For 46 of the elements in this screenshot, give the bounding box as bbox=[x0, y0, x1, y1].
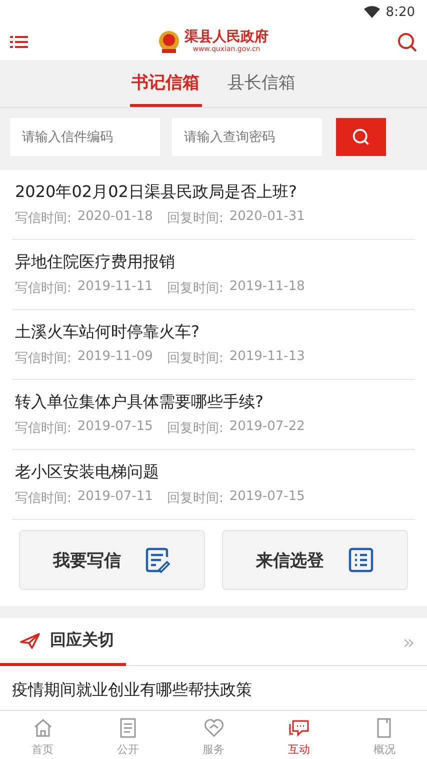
reply-date: 2019-11-13 bbox=[229, 349, 305, 366]
reply-date: 2019-07-15 bbox=[229, 489, 305, 506]
menu-icon[interactable] bbox=[10, 35, 28, 49]
letter-title[interactable]: 转入单位集体户具体需要哪些手续? bbox=[15, 392, 415, 413]
letter-title[interactable]: 2020年02月02日渠县民政局是否上班? bbox=[15, 182, 415, 203]
reply-time-label: 回复时间: bbox=[166, 420, 224, 437]
letter-title[interactable]: 土溪火车站何时停靠火车? bbox=[15, 322, 415, 343]
write-date: 2019-11-09 bbox=[77, 349, 153, 366]
write-date: 2019-07-15 bbox=[77, 419, 153, 436]
emblem-icon bbox=[156, 30, 180, 54]
news-item[interactable]: 疫情期间就业创业有哪些帮扶政策 bbox=[0, 666, 427, 711]
write-time-label: 写信时间: bbox=[15, 420, 72, 437]
password-input-field[interactable]: 请输入查询密码 bbox=[172, 118, 322, 156]
search-icon[interactable] bbox=[397, 32, 417, 52]
write-time-label: 写信时间: bbox=[15, 350, 72, 367]
mailbox-tab[interactable]: 县长信箱 bbox=[226, 60, 298, 107]
home-icon bbox=[32, 717, 54, 739]
section-tab[interactable]: 回应关切 bbox=[0, 618, 126, 666]
selected-letters-button[interactable]: 来信选登 bbox=[222, 530, 408, 590]
reply-time-label: 回复时间: bbox=[166, 490, 224, 507]
wifi-icon bbox=[364, 6, 380, 18]
heart-icon bbox=[202, 717, 225, 739]
code-input-field[interactable]: 请输入信件编码 bbox=[10, 118, 160, 156]
reply-date: 2020-01-31 bbox=[229, 209, 305, 226]
reply-date: 2019-11-18 bbox=[229, 279, 305, 296]
write-time-label: 写信时间: bbox=[15, 490, 72, 507]
write-date: 2019-07-11 bbox=[77, 489, 153, 506]
site-title: 渠县人民政府 bbox=[184, 30, 268, 45]
search-button[interactable] bbox=[336, 118, 386, 156]
reply-time-label: 回复时间: bbox=[166, 210, 224, 227]
write-letter-button[interactable]: 我要写信 bbox=[19, 530, 205, 590]
list-icon bbox=[348, 547, 374, 573]
compose-icon bbox=[145, 547, 171, 573]
reply-time-label: 回复时间: bbox=[166, 350, 224, 367]
letter-title[interactable]: 异地住院医疗费用报销 bbox=[15, 252, 415, 273]
reply-date: 2019-07-22 bbox=[229, 419, 305, 436]
write-time-label: 写信时间: bbox=[15, 210, 72, 227]
write-date: 2019-11-11 bbox=[77, 279, 153, 296]
reply-time-label: 回复时间: bbox=[166, 280, 224, 297]
nav-tab[interactable]: 互动 bbox=[256, 711, 342, 759]
search-icon bbox=[352, 128, 370, 146]
write-time-label: 写信时间: bbox=[15, 280, 72, 297]
write-date: 2020-01-18 bbox=[77, 209, 153, 226]
paper-plane-icon bbox=[20, 632, 40, 648]
clock-time: 8:20 bbox=[386, 4, 415, 20]
letter-title[interactable]: 老小区安装电梯问题 bbox=[15, 462, 415, 483]
